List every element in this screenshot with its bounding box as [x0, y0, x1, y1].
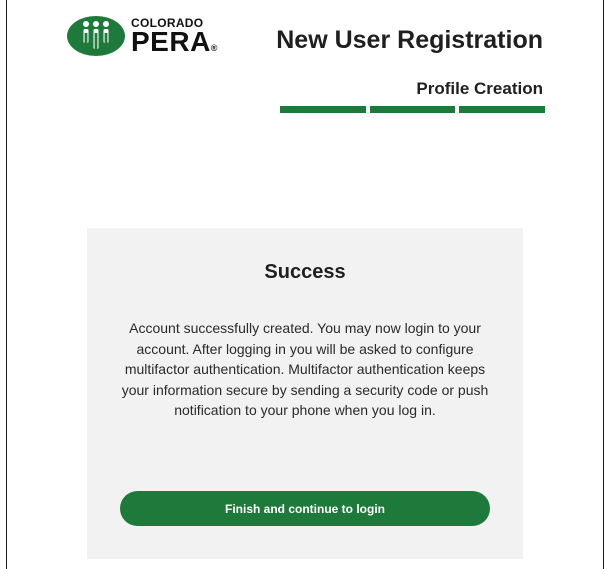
- success-panel: Success Account successfully created. Yo…: [87, 228, 523, 559]
- colorado-pera-logo: COLORADO PERA®: [67, 14, 218, 58]
- progress-bar: [280, 106, 546, 113]
- step-title: Profile Creation: [416, 79, 543, 98]
- success-title: Success: [264, 261, 346, 283]
- finish-and-continue-button[interactable]: Finish and continue to login: [120, 491, 490, 526]
- trademark-symbol: ®: [210, 42, 218, 53]
- page-title: New User Registration: [276, 26, 543, 54]
- colorado-pera-logo-icon: [67, 16, 125, 56]
- logo-wordmark: COLORADO PERA®: [131, 17, 218, 56]
- page-frame: COLORADO PERA® New User Registration Pro…: [6, 0, 604, 569]
- logo-pera-text: PERA®: [131, 25, 218, 57]
- progress-step-2: [369, 106, 456, 113]
- progress-step-1: [280, 106, 366, 113]
- success-message: Account successfully created. You may no…: [121, 320, 489, 418]
- progress-step-3: [459, 106, 546, 113]
